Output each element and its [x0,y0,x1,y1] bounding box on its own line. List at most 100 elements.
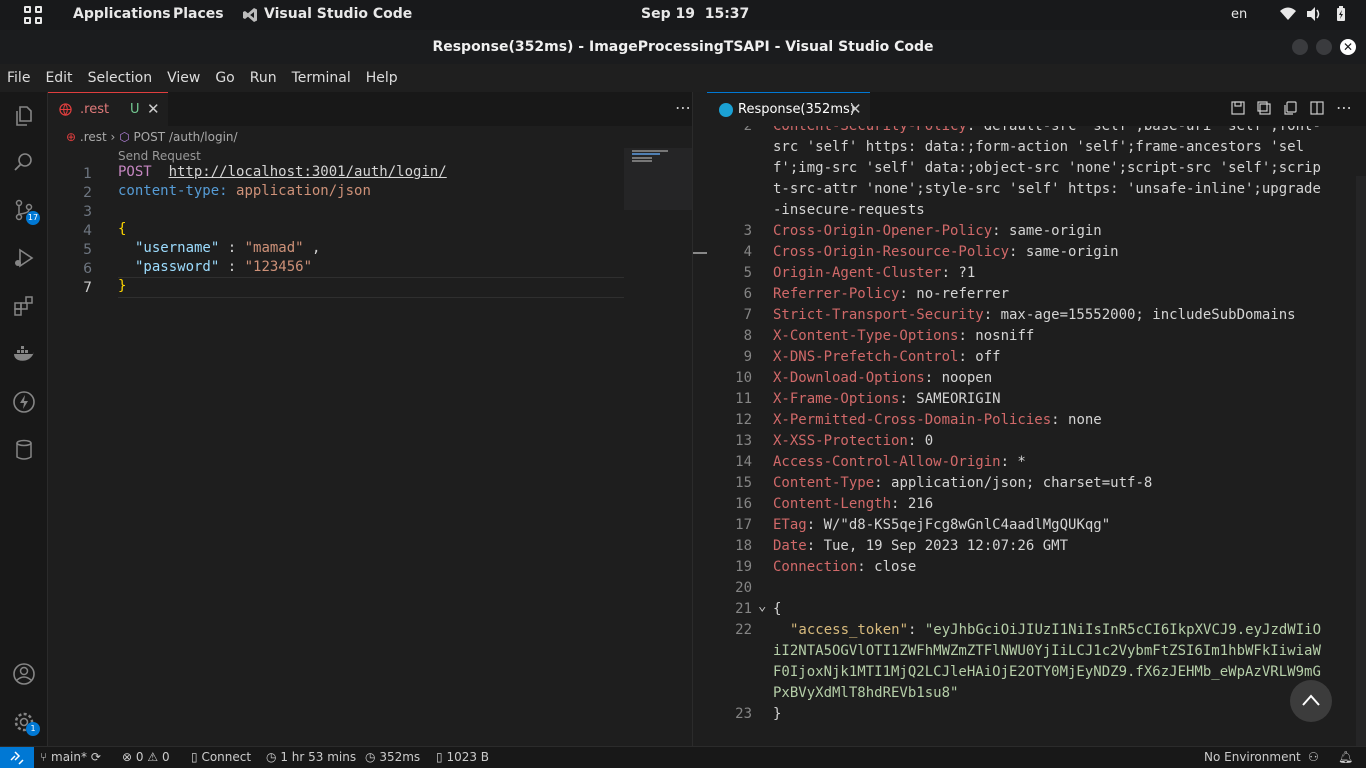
response-time-status[interactable]: ◷ 352ms [365,750,420,764]
header-name: Connection [773,559,858,575]
duration-label: 1 hr 53 mins [280,750,357,764]
scroll-to-top-button[interactable] [1290,680,1332,722]
maximize-button[interactable] [1316,39,1332,55]
header-line: content-type: application/json [118,183,371,202]
explorer-icon[interactable] [12,104,36,128]
response-size-status[interactable]: ▯ 1023 B [436,750,489,764]
editor-divider[interactable] [692,92,707,746]
copy-icon[interactable] [1283,101,1297,115]
problems-status[interactable]: ⊗ 0 ⚠ 0 [122,750,170,764]
json-sep: : [908,622,925,638]
header-value: -insecure-requests [773,202,925,218]
menu-run[interactable]: Run [250,70,277,86]
more-actions-icon[interactable]: ⋯ [675,98,691,117]
search-icon[interactable] [12,150,36,174]
response-header-line: Date: Tue, 19 Sep 2023 12:07:26 GMT [773,538,1068,554]
notifications-bell-icon[interactable]: 🔔︎ [1338,750,1353,764]
response-line-number: 18 [735,538,752,554]
extensions-icon[interactable] [12,294,36,318]
connect-status[interactable]: ▯ Connect [191,750,251,764]
thunder-client-icon[interactable] [12,390,36,414]
menu-terminal[interactable]: Terminal [292,70,351,86]
split-editor-icon[interactable] [1310,101,1324,115]
response-viewer[interactable]: 2 Content-Security-Policy: default-src 's… [707,126,1366,746]
response-line-number: 16 [735,496,752,512]
keyboard-language[interactable]: en [1231,7,1247,22]
time-tracking-status[interactable]: ◷ 1 hr 53 mins [266,750,356,764]
header-value: : noopen [924,370,993,386]
header-name: Content-Length [773,496,892,512]
header-name: Cross-Origin-Opener-Policy [773,223,993,239]
response-header-line: Connection: close [773,559,916,575]
response-line-number: 9 [743,349,752,365]
json-line-username: "username" : "mamad" , [135,240,320,259]
token-value: PxBVyXdMlT8hdREVb1su8" [773,685,959,701]
places-menu[interactable]: Places [173,6,224,22]
remote-indicator[interactable] [0,747,34,768]
header-value: : off [958,349,1001,365]
header-value: f';img-src 'self' data:;object-src 'none… [773,160,1321,176]
header-value: : SAMEORIGIN [899,391,1001,407]
menu-edit[interactable]: Edit [45,70,72,86]
symbol-icon: ⬡ [119,130,130,144]
header-value: t-src-attr 'none';style-src 'self' https… [773,181,1321,197]
database-icon[interactable] [12,438,36,462]
more-actions-icon[interactable]: ⋯ [1336,98,1352,117]
breadcrumb-symbol[interactable]: POST /auth/login/ [134,130,238,144]
menu-help[interactable]: Help [366,70,398,86]
request-editor[interactable]: ⊕ .rest › ⬡ POST /auth/login/ Send Reque… [48,126,693,746]
menu-selection[interactable]: Selection [88,70,153,86]
header-name: X-Frame-Options [773,391,900,407]
menu-view[interactable]: View [167,70,200,86]
applications-menu[interactable]: Applications [73,6,171,22]
warning-icon: ⚠ [147,750,159,764]
docker-icon[interactable] [12,342,36,366]
response-scrollbar[interactable] [1356,176,1366,746]
breadcrumb-file[interactable]: .rest [80,130,107,144]
history-icon: ◷ [266,750,277,764]
fold-chevron-icon[interactable]: ⌄ [758,598,766,614]
vscode-app-icon [243,8,257,22]
json-body-line: "access_token": "eyJhbGciOiJIUzI1NiIsInR… [790,622,1321,638]
response-line-number: 15 [735,475,752,491]
header-value: : default-src 'self';base-uri 'self';fon… [966,126,1321,134]
environment-status[interactable]: No Environment [1204,750,1301,764]
clock[interactable]: Sep 19 15:37 [641,6,749,22]
close-window-button[interactable]: ✕ [1340,39,1356,55]
response-header-line: Content-Type: application/json; charset=… [773,475,1152,491]
account-icon[interactable] [12,662,36,686]
send-request-codelens[interactable]: Send Request [118,149,201,163]
tab-rest-file[interactable]: .rest U ✕ [48,92,168,126]
response-line-number: 3 [743,223,752,239]
branch-status[interactable]: ⑂ main* ⟳ [40,750,101,764]
battery-icon[interactable] [1332,5,1350,23]
json-key: "password" [135,259,220,275]
line-number: 1 [83,166,92,182]
close-tab-icon[interactable]: ✕ [147,100,160,118]
active-app-name[interactable]: Visual Studio Code [264,6,412,22]
line-number: 6 [83,261,92,277]
close-brace: } [118,278,127,294]
app-grid-icon[interactable] [24,6,42,24]
remote-icon [10,751,24,765]
response-line-number: 8 [743,328,752,344]
save-response-icon[interactable] [1231,101,1245,115]
wifi-icon[interactable] [1279,5,1297,23]
response-header-line: X-Frame-Options: SAMEORIGIN [773,391,1001,407]
header-name: X-Permitted-Cross-Domain-Policies [773,412,1052,428]
response-line-number: 13 [735,433,752,449]
response-line-number: 17 [735,517,752,533]
volume-icon[interactable] [1305,5,1323,23]
close-tab-icon[interactable]: ✕ [849,100,862,118]
run-debug-icon[interactable] [12,246,36,270]
menu-file[interactable]: File [7,70,30,86]
menu-go[interactable]: Go [215,70,234,86]
save-body-icon[interactable] [1257,101,1271,115]
minimap[interactable] [624,148,692,210]
request-url[interactable]: http://localhost:3001/auth/login/ [169,164,447,180]
current-line-highlight [118,277,624,298]
json-key: "username" [135,240,220,256]
feedback-icon[interactable]: ⚇ [1308,750,1319,764]
minimize-button[interactable] [1292,39,1308,55]
tab-response[interactable]: Response(352ms) ✕ [707,92,870,126]
